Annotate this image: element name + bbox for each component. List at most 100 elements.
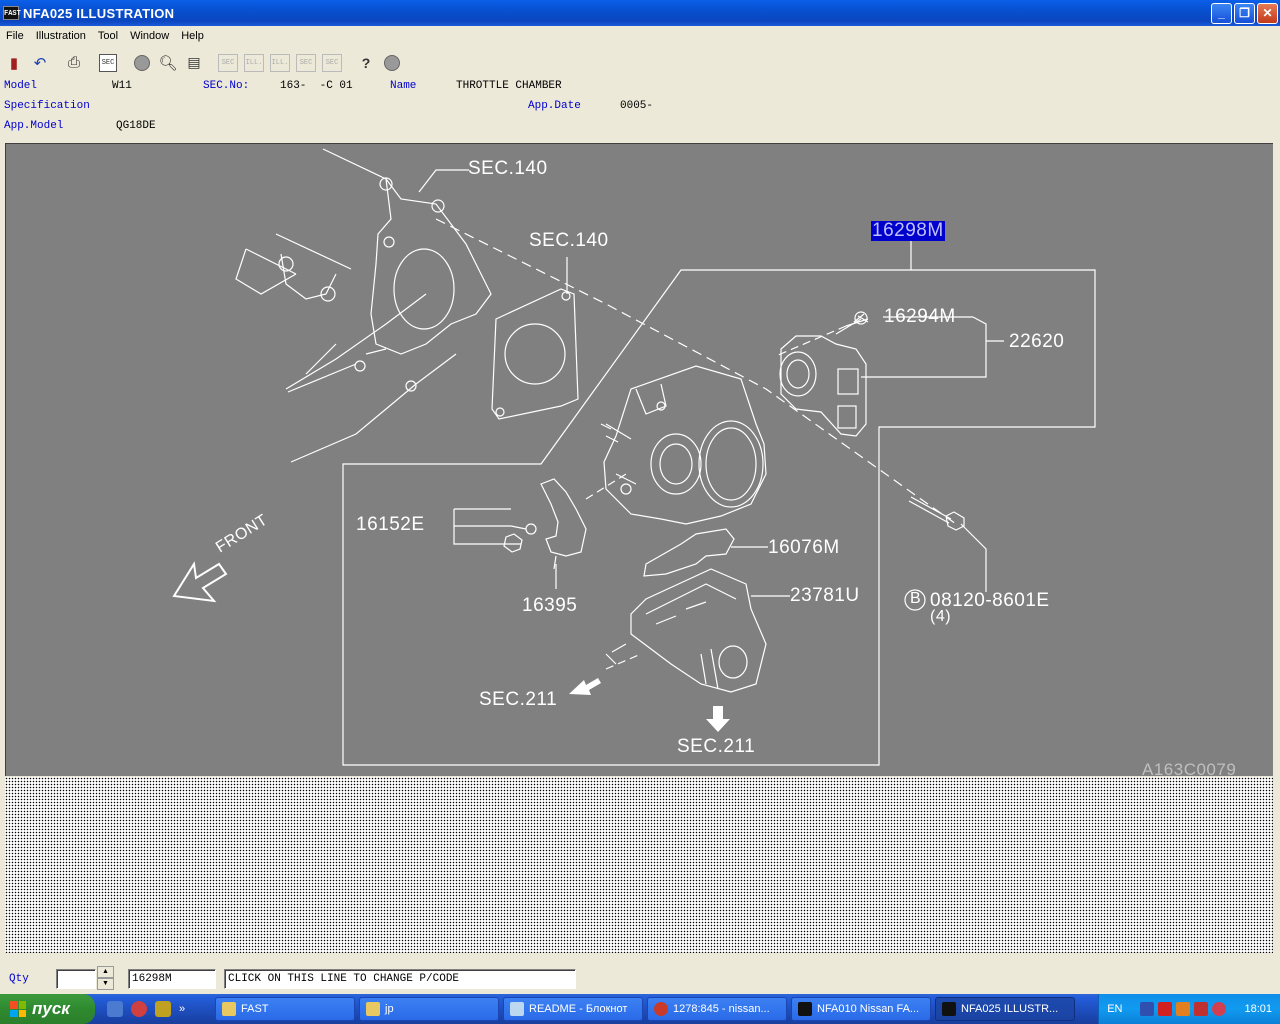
qty-input[interactable]	[56, 969, 96, 989]
star-icon[interactable]	[1176, 1002, 1191, 1016]
parts-list-area[interactable]	[5, 777, 1273, 953]
label-16152e[interactable]: 16152E	[356, 514, 425, 536]
security-icon[interactable]	[1212, 1002, 1227, 1016]
appdate-value: 0005-	[620, 100, 654, 112]
fast-app-icon	[942, 1002, 956, 1016]
appmodel-label: App.Model	[4, 120, 64, 132]
label-sec140-a[interactable]: SEC.140	[468, 158, 548, 180]
prev-sec-icon: SEC	[218, 53, 238, 72]
label-sec140-b[interactable]: SEC.140	[529, 230, 609, 252]
task-nfa025[interactable]: NFA025 ILLUSTR...	[935, 997, 1075, 1021]
exit-button[interactable]: ▮	[2, 50, 26, 75]
menu-illustration[interactable]: Illustration	[30, 30, 92, 42]
gasket-drawing	[491, 288, 579, 420]
task-label: README - Блокнот	[529, 1003, 628, 1015]
sec-button[interactable]: SEC	[96, 50, 120, 75]
task-nissan-browser[interactable]: 1278:845 - nissan...	[647, 997, 787, 1021]
task-fast[interactable]: FAST	[215, 997, 355, 1021]
next-ill-icon: ILL.	[270, 53, 290, 72]
menu-file[interactable]: File	[0, 30, 30, 42]
front-arrow-icon	[172, 561, 228, 603]
change-pcode-line[interactable]: CLICK ON THIS LINE TO CHANGE P/CODE	[224, 969, 576, 989]
catalog-button[interactable]: ▤	[182, 50, 206, 75]
network-icon[interactable]	[1140, 1002, 1155, 1016]
next-ill-button[interactable]: ILL.	[268, 50, 292, 75]
name-label: Name	[390, 80, 417, 92]
menu-help[interactable]: Help	[175, 30, 210, 42]
label-sec211-b[interactable]: SEC.211	[677, 736, 755, 758]
appdate-label: App.Date	[528, 100, 581, 112]
illustration-canvas[interactable]: SEC.140 SEC.140 16298M 16294M 22620 1615…	[5, 143, 1273, 776]
close-icon: ✕	[1262, 6, 1273, 20]
printer-icon: ⎙	[67, 54, 80, 71]
menu-window[interactable]: Window	[124, 30, 175, 42]
quicklaunch-tool-icon[interactable]	[155, 1001, 171, 1017]
next-sec-button[interactable]: SEC	[294, 50, 318, 75]
title-bar[interactable]: FAST NFA025 ILLUSTRATION _ ❐ ✕	[0, 0, 1280, 26]
throttle-sensor-drawing	[779, 313, 869, 437]
language-indicator[interactable]: EN	[1107, 1003, 1122, 1015]
gasket-16076m-drawing	[643, 528, 735, 577]
pcode-field[interactable]: 16298M	[128, 969, 216, 989]
task-label: NFA025 ILLUSTR...	[961, 1003, 1059, 1015]
arrow-sec211-down	[706, 706, 730, 732]
minimize-button[interactable]: _	[1211, 2, 1232, 24]
task-label: 1278:845 - nissan...	[673, 1003, 770, 1015]
label-16298m-selected[interactable]: 16298M	[871, 221, 945, 241]
appmodel-value: QG18DE	[116, 120, 156, 132]
clock[interactable]: 18:01	[1244, 1003, 1272, 1015]
next-sec-icon: SEC	[296, 53, 316, 72]
circle-button[interactable]	[130, 50, 154, 75]
help-button[interactable]: ?	[354, 50, 378, 75]
quick-launch: »	[107, 1001, 215, 1017]
ati-icon[interactable]	[1158, 1002, 1173, 1016]
zoom-button[interactable]: 🔍︎	[156, 50, 180, 75]
label-16395[interactable]: 16395	[522, 595, 577, 617]
label-16294m[interactable]: 16294M	[884, 306, 956, 328]
print-button[interactable]: ⎙	[62, 50, 86, 75]
help-icon: ?	[361, 54, 371, 71]
label-22620[interactable]: 22620	[1009, 331, 1064, 353]
secno-label: SEC.No:	[203, 80, 250, 92]
start-button[interactable]: пуск	[0, 994, 95, 1024]
sec-question-icon: SEC	[322, 53, 342, 72]
quicklaunch-more-icon[interactable]: »	[179, 1003, 185, 1015]
system-tray: EN 18:01	[1098, 994, 1280, 1024]
quicklaunch-browser-icon[interactable]	[131, 1001, 147, 1017]
chamber-23781u-drawing	[605, 568, 767, 693]
label-sec211-a[interactable]: SEC.211	[479, 689, 557, 711]
minimize-icon: _	[1218, 6, 1225, 20]
prev-sec-button[interactable]: SEC	[216, 50, 240, 75]
menu-tool[interactable]: Tool	[92, 30, 124, 42]
prev-ill-button[interactable]: ILL.	[242, 50, 266, 75]
task-label: FAST	[241, 1003, 269, 1015]
browser-icon	[654, 1002, 668, 1016]
centerline	[435, 218, 957, 525]
sec-search-button[interactable]: SEC	[320, 50, 344, 75]
label-23781u[interactable]: 23781U	[790, 585, 860, 607]
qty-spinner[interactable]: ▲ ▼	[97, 966, 114, 990]
spin-up-icon[interactable]: ▲	[97, 966, 114, 978]
toolbar: ▮ ↶ ⎙ SEC 🔍︎ ▤ SEC ILL. ILL. SEC SEC ?	[0, 47, 1280, 78]
acrobat-icon[interactable]	[1194, 1002, 1209, 1016]
restore-icon: ❐	[1239, 6, 1250, 20]
specification-label: Specification	[4, 100, 90, 112]
menu-bar: File Illustration Tool Window Help	[0, 26, 1280, 46]
task-nfa010[interactable]: NFA010 Nissan FA...	[791, 997, 931, 1021]
restore-button[interactable]: ❐	[1234, 2, 1255, 24]
task-jp[interactable]: jp	[359, 997, 499, 1021]
secno-value: 163- -C 01	[280, 80, 353, 92]
close-button[interactable]: ✕	[1257, 2, 1278, 24]
task-readme[interactable]: README - Блокнот	[503, 997, 643, 1021]
label-08120-qty: (4)	[930, 608, 952, 625]
intake-manifold-drawing	[235, 148, 492, 463]
label-16076m[interactable]: 16076M	[768, 537, 840, 559]
stop-circle-icon	[384, 54, 400, 71]
quicklaunch-app-icon[interactable]	[107, 1001, 123, 1017]
notepad-icon	[510, 1002, 524, 1016]
stop-button[interactable]	[380, 50, 404, 75]
fast-app-icon	[798, 1002, 812, 1016]
qty-label: Qty	[9, 973, 29, 985]
undo-button[interactable]: ↶	[28, 50, 52, 75]
spin-down-icon[interactable]: ▼	[97, 978, 114, 990]
